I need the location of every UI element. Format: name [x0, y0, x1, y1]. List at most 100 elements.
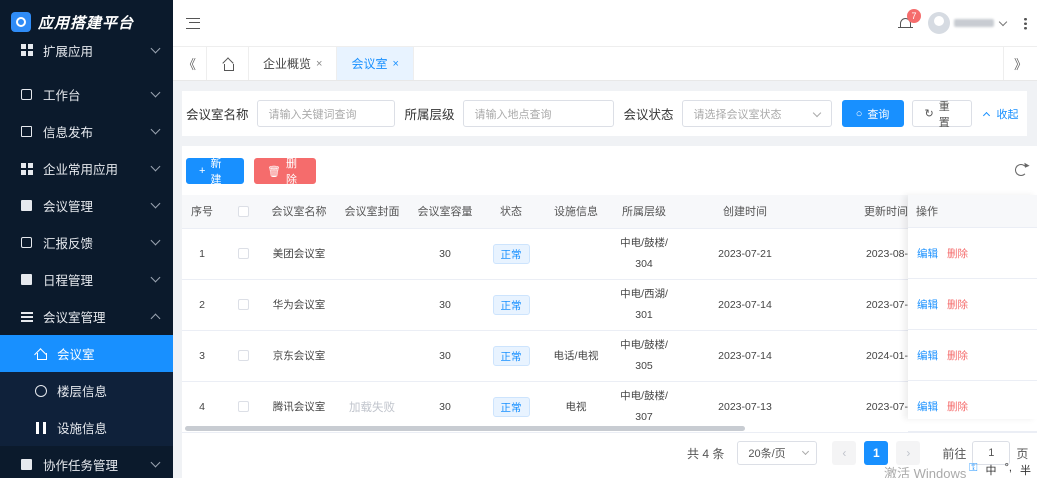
sidebar-item-schedule[interactable]: 日程管理: [0, 261, 173, 298]
cell-floor: 中电/鼓楼/307: [610, 381, 678, 433]
cell-capacity: 30: [410, 279, 480, 331]
notification-badge: 7: [907, 9, 921, 23]
status-select[interactable]: 请选择会议室状态: [681, 100, 832, 127]
sidebar-item-report-feedback[interactable]: 汇报反馈: [0, 224, 173, 261]
th-operations: 操作: [908, 195, 1037, 228]
close-icon[interactable]: ×: [316, 58, 322, 70]
cell-index: 2: [182, 279, 222, 331]
total-count: 共 4 条: [687, 446, 725, 461]
row-checkbox[interactable]: [237, 350, 249, 362]
cell-status: 正常: [480, 279, 542, 331]
edit-link[interactable]: 编辑: [917, 399, 938, 414]
prev-page-button[interactable]: ‹: [832, 441, 857, 465]
delete-link[interactable]: 删除: [947, 399, 968, 414]
avatar[interactable]: [928, 12, 950, 34]
horizontal-scrollbar[interactable]: [185, 426, 745, 431]
select-all-checkbox[interactable]: [237, 205, 249, 217]
chevron-down-icon: [150, 43, 161, 53]
tab-meeting-room[interactable]: 会议室 ×: [337, 47, 414, 80]
edit-link[interactable]: 编辑: [917, 246, 938, 261]
next-page-button[interactable]: ›: [896, 441, 921, 465]
floor-line: 301: [635, 308, 653, 321]
new-button[interactable]: + 新建: [186, 158, 244, 186]
cell-capacity: 30: [410, 228, 480, 280]
cell-cover: [334, 330, 410, 382]
cell-name: 京东会议室: [264, 330, 334, 382]
bell-icon[interactable]: 7: [898, 9, 921, 31]
floor-input[interactable]: 请输入地点查询: [462, 100, 614, 127]
logo-icon: [11, 12, 31, 32]
sidebar-item-label: 协作任务管理: [43, 459, 119, 473]
ime-punct: °,: [1004, 462, 1012, 474]
tabs-bar: 《 企业概览 × 会议室 × 》: [173, 47, 1037, 81]
cell-select[interactable]: [222, 381, 264, 433]
username-blurred[interactable]: [954, 19, 994, 27]
sidebar-item-label: 楼层信息: [57, 385, 108, 399]
sidebar-item-label: 企业常用应用: [43, 163, 119, 177]
row-checkbox[interactable]: [237, 299, 249, 311]
chevron-up-icon: [982, 111, 990, 119]
ops-row: 编辑 删除: [908, 228, 1037, 279]
ime-indicator[interactable]: ⚿ 中 °, 半: [969, 462, 1031, 478]
trash-icon: 🗑: [267, 165, 281, 178]
sidebar-item-common-apps[interactable]: 企业常用应用: [0, 150, 173, 187]
page-size-select[interactable]: 20条/页: [737, 441, 818, 465]
status-badge: 正常: [492, 396, 530, 417]
chevron-down-icon: [150, 161, 161, 172]
cell-created: 2023-07-14: [678, 279, 812, 331]
sidebar-item-info-publish[interactable]: 信息发布: [0, 113, 173, 150]
sidebar-item-meeting-mgmt[interactable]: 会议管理: [0, 187, 173, 224]
chevron-down-icon: [150, 235, 161, 246]
room-name-label: 会议室名称: [186, 108, 249, 122]
sidebar-subitem-floor-info[interactable]: 楼层信息: [0, 372, 173, 409]
edit-link[interactable]: 编辑: [917, 348, 938, 363]
chevron-down-icon[interactable]: [998, 17, 1008, 26]
close-icon[interactable]: ×: [392, 58, 398, 70]
sidebar-item-collab-tasks[interactable]: 协作任务管理: [0, 446, 173, 478]
collapse-link[interactable]: 收起: [982, 106, 1019, 122]
room-name-input[interactable]: 请输入关键词查询: [256, 100, 395, 127]
refresh-icon[interactable]: [1015, 164, 1027, 176]
th-cover: 会议室封面: [334, 195, 410, 229]
edit-link[interactable]: 编辑: [917, 297, 938, 312]
sidebar-item-room-mgmt[interactable]: 会议室管理: [0, 298, 173, 335]
delete-link[interactable]: 删除: [947, 297, 968, 312]
cell-select[interactable]: [222, 228, 264, 280]
menu-toggle-icon[interactable]: [186, 17, 200, 29]
top-header: 7: [173, 0, 1037, 47]
cell-select[interactable]: [222, 279, 264, 331]
more-vertical-icon[interactable]: [1024, 16, 1027, 30]
sidebar-item-workbench[interactable]: 工作台: [0, 76, 173, 113]
ime-key-icon: ⚿: [969, 462, 978, 474]
header-right: 7: [898, 9, 1037, 34]
sidebar-subitem-meeting-room[interactable]: 会议室: [0, 335, 173, 372]
th-select[interactable]: [222, 195, 264, 229]
sidebar-subitem-facility-info[interactable]: 设施信息: [0, 409, 173, 446]
delete-button[interactable]: 🗑 删除: [254, 158, 316, 186]
cell-status: 正常: [480, 228, 542, 280]
row-checkbox[interactable]: [237, 401, 249, 413]
page-number-current[interactable]: 1: [864, 441, 889, 465]
cell-name: 华为会议室: [264, 279, 334, 331]
sidebar: 应用搭建平台 扩展应用 工作台 信息发布 企业常用应用 会议管理 汇报反馈 日程…: [0, 0, 173, 478]
cell-select[interactable]: [222, 330, 264, 382]
delete-link[interactable]: 删除: [947, 348, 968, 363]
row-checkbox[interactable]: [237, 248, 249, 260]
chevron-down-icon: [812, 108, 821, 118]
tabs-scroll-left[interactable]: 《: [173, 47, 207, 80]
cover-load-failed: 加载失败: [349, 401, 395, 414]
tab-enterprise-overview[interactable]: 企业概览 ×: [249, 47, 338, 80]
reset-button[interactable]: ↻ 重置: [911, 100, 972, 129]
windows-activation-watermark: 激活 Windows: [884, 466, 967, 478]
delete-link[interactable]: 删除: [947, 246, 968, 261]
ops-row: 编辑 删除: [908, 381, 1037, 432]
tab-home[interactable]: [207, 47, 249, 80]
query-button[interactable]: ○ 查询: [841, 100, 904, 127]
status-badge: 正常: [492, 294, 530, 315]
sidebar-item-extend-apps[interactable]: 扩展应用: [0, 40, 173, 60]
cell-updated: 2023-08-: [812, 228, 908, 280]
tabs-scroll-right[interactable]: 》: [1003, 47, 1037, 80]
page-size-value: 20条/页: [748, 448, 786, 460]
sidebar-item-label: 会议管理: [43, 200, 94, 214]
cell-name: 腾讯会议室: [264, 381, 334, 433]
